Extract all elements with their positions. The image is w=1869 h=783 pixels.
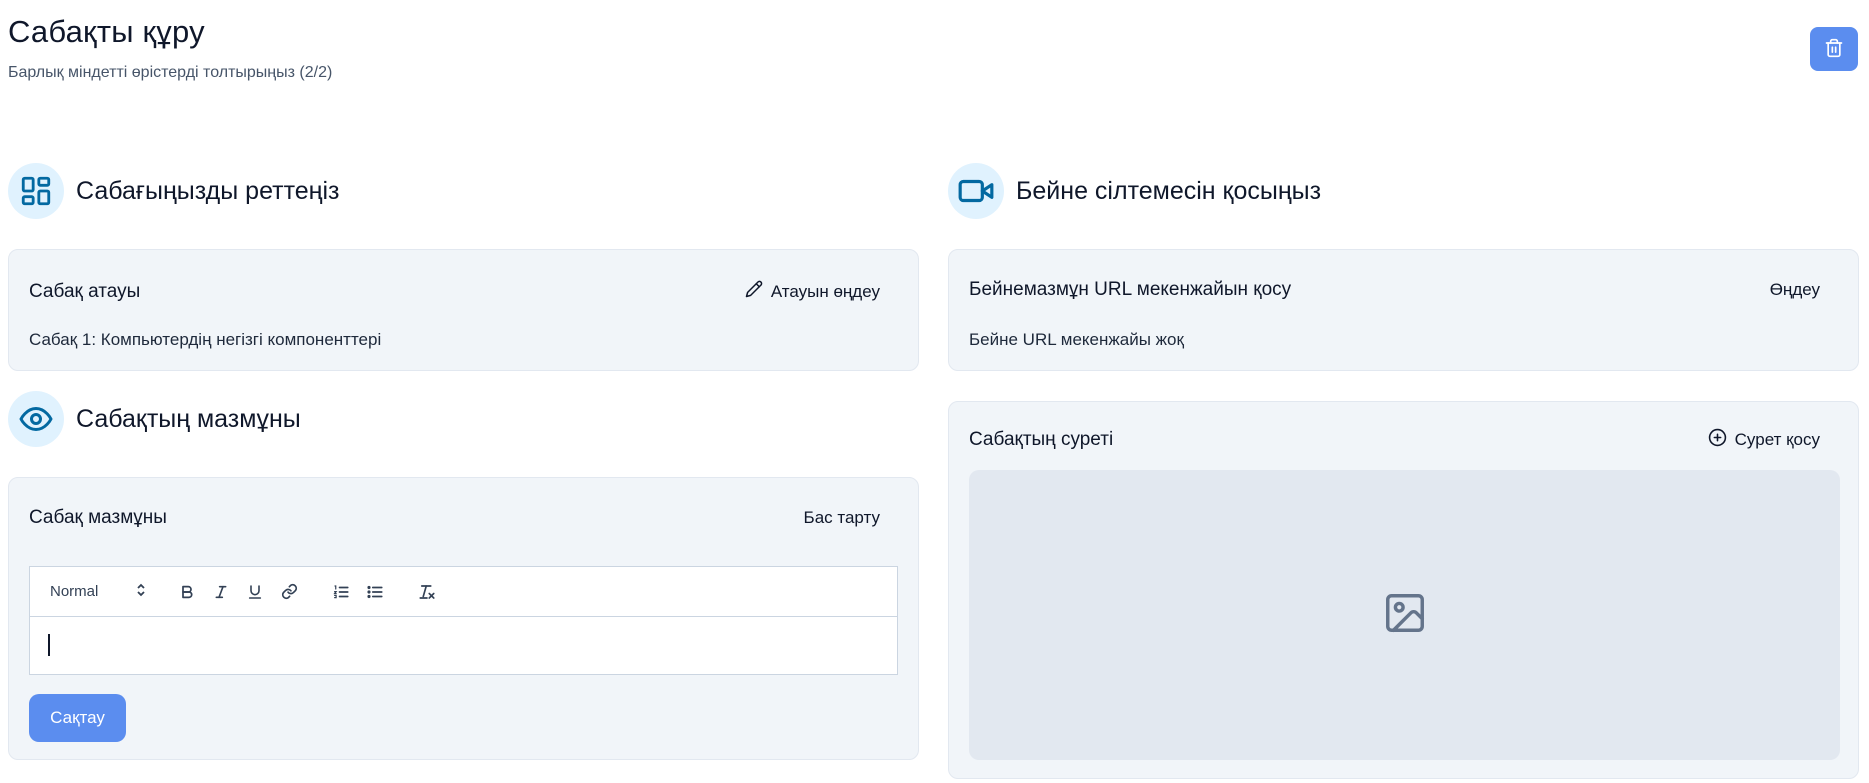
layout-dashboard-icon (8, 163, 64, 219)
select-arrows-icon (136, 583, 146, 601)
format-select-value: Normal (50, 583, 99, 600)
video-section-heading: Бейне сілтемесін қосыңыз (948, 163, 1321, 219)
text-caret (48, 634, 50, 656)
image-icon (1382, 590, 1428, 641)
clear-format-icon[interactable] (410, 575, 444, 609)
delete-button[interactable] (1810, 27, 1858, 71)
lesson-content-label: Сабақ мазмұны (29, 507, 167, 528)
plus-circle-icon (1708, 428, 1727, 452)
link-icon[interactable] (272, 575, 306, 609)
video-url-card: Бейнемазмұн URL мекенжайын қосу Өңдеу Бе… (948, 249, 1859, 371)
lesson-image-card: Сабақтың суреті Сурет қосу (948, 401, 1859, 779)
lesson-title-value: Сабақ 1: Компьютердің негізгі компонентт… (29, 330, 382, 349)
cancel-button[interactable]: Бас тарту (786, 502, 898, 534)
page-header: Сабақты құру Барлық міндетті өрістерді т… (8, 14, 332, 82)
cancel-label: Бас тарту (803, 508, 880, 527)
trash-icon (1824, 38, 1844, 61)
edit-video-button[interactable]: Өңдеу (1752, 274, 1838, 306)
lesson-title-card: Сабақ атауы Атауын өңдеу Сабақ 1: Компью… (8, 249, 919, 371)
pencil-icon (745, 280, 763, 303)
editor-toolbar: Normal (30, 567, 897, 617)
italic-icon[interactable] (204, 575, 238, 609)
lesson-title-label: Сабақ атауы (29, 280, 141, 302)
edit-title-label: Атауын өңдеу (770, 281, 880, 301)
add-image-button[interactable]: Сурет қосу (1690, 422, 1838, 458)
edit-title-button[interactable]: Атауын өңдеу (727, 274, 898, 309)
underline-icon[interactable] (238, 575, 272, 609)
ordered-list-icon[interactable] (324, 575, 358, 609)
rich-text-editor: Normal (29, 566, 898, 675)
lesson-content-card: Сабақ мазмұны Бас тарту Normal Сақтау (8, 477, 919, 760)
customize-heading: Сабағыңызды реттеңіз (76, 176, 340, 205)
format-select[interactable]: Normal (50, 583, 170, 601)
add-image-label: Сурет қосу (1734, 430, 1820, 449)
video-url-label: Бейнемазмұн URL мекенжайын қосу (969, 279, 1292, 300)
lesson-image-label: Сабақтың суреті (969, 429, 1114, 450)
bold-icon[interactable] (170, 575, 204, 609)
video-url-value: Бейне URL мекенжайы жоқ (969, 330, 1184, 349)
editor-input[interactable] (30, 617, 897, 675)
content-heading: Сабақтың мазмұны (76, 404, 301, 433)
eye-icon (8, 391, 64, 447)
image-placeholder[interactable] (969, 470, 1840, 760)
edit-video-label: Өңдеу (1769, 280, 1820, 299)
page-subtitle: Барлық міндетті өрістерді толтырыңыз (2/… (8, 64, 333, 81)
save-button[interactable]: Сақтау (29, 694, 126, 742)
content-section-heading: Сабақтың мазмұны (8, 391, 301, 447)
video-heading: Бейне сілтемесін қосыңыз (1016, 176, 1322, 205)
video-icon (948, 163, 1004, 219)
customize-section-heading: Сабағыңызды реттеңіз (8, 163, 340, 219)
page-title: Сабақты құру (8, 14, 205, 49)
bullet-list-icon[interactable] (358, 575, 392, 609)
